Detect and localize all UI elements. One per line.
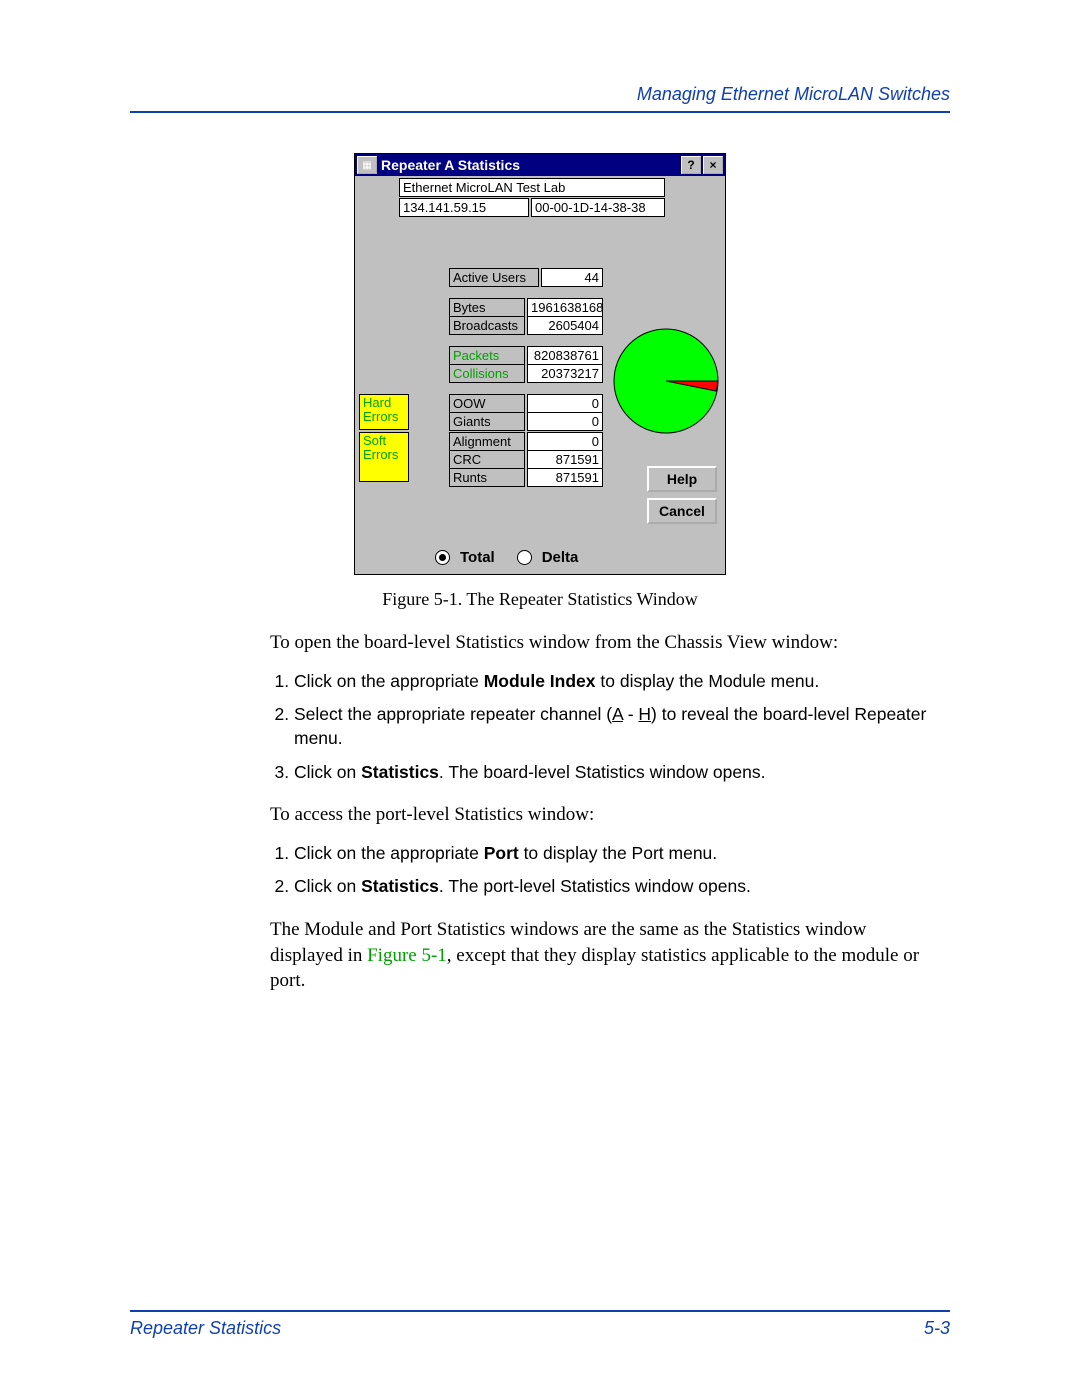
page-footer: Repeater Statistics 5-3 <box>130 1310 950 1339</box>
window-titlebar: ▦ Repeater A Statistics ? × <box>355 154 725 176</box>
intro-1: To open the board-level Statistics windo… <box>270 630 940 656</box>
collisions-value: 20373217 <box>527 364 603 383</box>
figure-wrap: ▦ Repeater A Statistics ? × Ethernet Mic… <box>130 153 950 610</box>
packets-label: Packets <box>449 346 525 365</box>
broadcasts-value: 2605404 <box>527 316 603 335</box>
alignment-value: 0 <box>527 432 603 451</box>
oow-label: OOW <box>449 394 525 413</box>
page-number: 5-3 <box>924 1318 950 1339</box>
ip-field: 134.141.59.15 <box>399 198 529 217</box>
runts-label: Runts <box>449 468 525 487</box>
packets-collisions-pie-chart <box>611 326 721 439</box>
oow-value: 0 <box>527 394 603 413</box>
giants-label: Giants <box>449 412 525 431</box>
list-item: Click on Statistics. The board-level Sta… <box>294 761 940 785</box>
window-title: Repeater A Statistics <box>381 157 679 173</box>
list-item: Click on the appropriate Port to display… <box>294 842 940 866</box>
packets-value: 820838761 <box>527 346 603 365</box>
intro-2: To access the port-level Statistics wind… <box>270 802 940 828</box>
page-header-title: Managing Ethernet MicroLAN Switches <box>130 84 950 105</box>
list-item: Click on Statistics. The port-level Stat… <box>294 875 940 899</box>
closing-paragraph: The Module and Port Statistics windows a… <box>270 917 940 994</box>
alignment-label: Alignment <box>449 432 525 451</box>
bytes-value: 1961638168 <box>527 298 603 317</box>
header-rule <box>130 111 950 113</box>
bytes-label: Bytes <box>449 298 525 317</box>
steps-list-2: Click on the appropriate Port to display… <box>270 842 940 899</box>
close-icon[interactable]: × <box>703 156 723 174</box>
window-body: Ethernet MicroLAN Test Lab 134.141.59.15… <box>355 176 725 574</box>
help-button[interactable]: Help <box>647 466 717 492</box>
active-users-label: Active Users <box>449 268 539 287</box>
figure-reference-link[interactable]: Figure 5-1 <box>367 945 447 966</box>
runts-value: 871591 <box>527 468 603 487</box>
device-name-field: Ethernet MicroLAN Test Lab <box>399 178 665 197</box>
delta-radio-label: Delta <box>542 549 579 566</box>
list-item: Select the appropriate repeater channel … <box>294 703 940 750</box>
footer-section-title: Repeater Statistics <box>130 1318 281 1339</box>
total-radio-label: Total <box>460 549 495 566</box>
soft-errors-label: SoftErrors <box>359 432 409 482</box>
help-icon[interactable]: ? <box>681 156 701 174</box>
delta-radio[interactable] <box>517 550 532 565</box>
active-users-value: 44 <box>541 268 603 287</box>
repeater-stats-window: ▦ Repeater A Statistics ? × Ethernet Mic… <box>354 153 726 575</box>
body-text: To open the board-level Statistics windo… <box>270 630 940 994</box>
crc-label: CRC <box>449 450 525 469</box>
giants-value: 0 <box>527 412 603 431</box>
hard-errors-label: HardErrors <box>359 394 409 430</box>
crc-value: 871591 <box>527 450 603 469</box>
mode-radio-group: Total Delta <box>435 549 578 566</box>
system-menu-icon[interactable]: ▦ <box>357 156 377 174</box>
broadcasts-label: Broadcasts <box>449 316 525 335</box>
steps-list-1: Click on the appropriate Module Index to… <box>270 670 940 785</box>
footer-rule <box>130 1310 950 1312</box>
collisions-label: Collisions <box>449 364 525 383</box>
cancel-button[interactable]: Cancel <box>647 498 717 524</box>
figure-caption: Figure 5-1. The Repeater Statistics Wind… <box>130 589 950 610</box>
total-radio[interactable] <box>435 550 450 565</box>
mac-field: 00-00-1D-14-38-38 <box>531 198 665 217</box>
list-item: Click on the appropriate Module Index to… <box>294 670 940 694</box>
